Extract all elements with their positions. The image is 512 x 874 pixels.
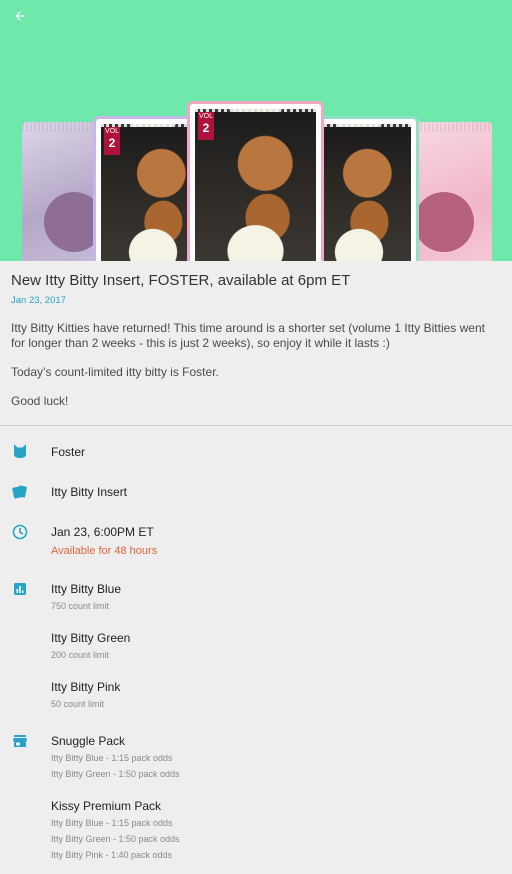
limit-name: Itty Bitty Green (51, 631, 131, 645)
availability-text: Available for 48 hours (51, 545, 158, 557)
pack-name: Snuggle Pack (51, 734, 126, 748)
limit-count: 750 count limit (51, 601, 110, 611)
pack-odds: Itty Bitty Pink - 1:40 pack odds (51, 850, 173, 860)
limit-name: Itty Bitty Pink (51, 680, 121, 694)
limit-count: 200 count limit (51, 650, 110, 660)
store-icon (13, 735, 27, 747)
pack-odds: Itty Bitty Green - 1:50 pack odds (51, 834, 180, 844)
limit-count: 50 count limit (51, 699, 105, 709)
card-type: Itty Bitty Insert (51, 485, 128, 499)
bar-chart-icon (14, 583, 26, 595)
limit-name: Itty Bitty Blue (51, 582, 122, 596)
arrow-left-icon (15, 11, 25, 21)
pack-odds: Itty Bitty Blue - 1:15 pack odds (51, 818, 173, 828)
pack-image-pink (408, 122, 492, 261)
post-date: Jan 23, 2017 (11, 295, 66, 306)
description-paragraph: Itty Bitty Kitties have returned! This t… (11, 321, 485, 350)
cat-head-icon (14, 444, 26, 458)
pack-odds: Itty Bitty Green - 1:50 pack odds (51, 769, 180, 779)
cat-logo-icon (414, 192, 474, 252)
release-time: Jan 23, 6:00PM ET (51, 525, 154, 539)
description-paragraph: Good luck! (11, 393, 69, 408)
card-image-pink: VOL 2 (187, 101, 324, 261)
vol-badge: VOL 2 (198, 112, 214, 140)
post-title: New Itty Bitty Insert, FOSTER, available… (11, 272, 351, 289)
vol-badge: VOL 2 (104, 127, 120, 155)
cards-icon (12, 485, 27, 499)
character-name: Foster (51, 445, 86, 459)
description-paragraph: Today’s count-limited itty bitty is Fost… (11, 364, 219, 379)
back-button[interactable] (8, 4, 32, 28)
hero-banner: VOL 2 VOL 2 (0, 0, 512, 261)
clock-icon (12, 524, 28, 540)
pack-odds: Itty Bitty Blue - 1:15 pack odds (51, 753, 173, 763)
divider (0, 425, 512, 426)
pack-name: Kissy Premium Pack (51, 799, 162, 813)
post-description: Itty Bitty Kitties have returned! This t… (11, 321, 501, 423)
